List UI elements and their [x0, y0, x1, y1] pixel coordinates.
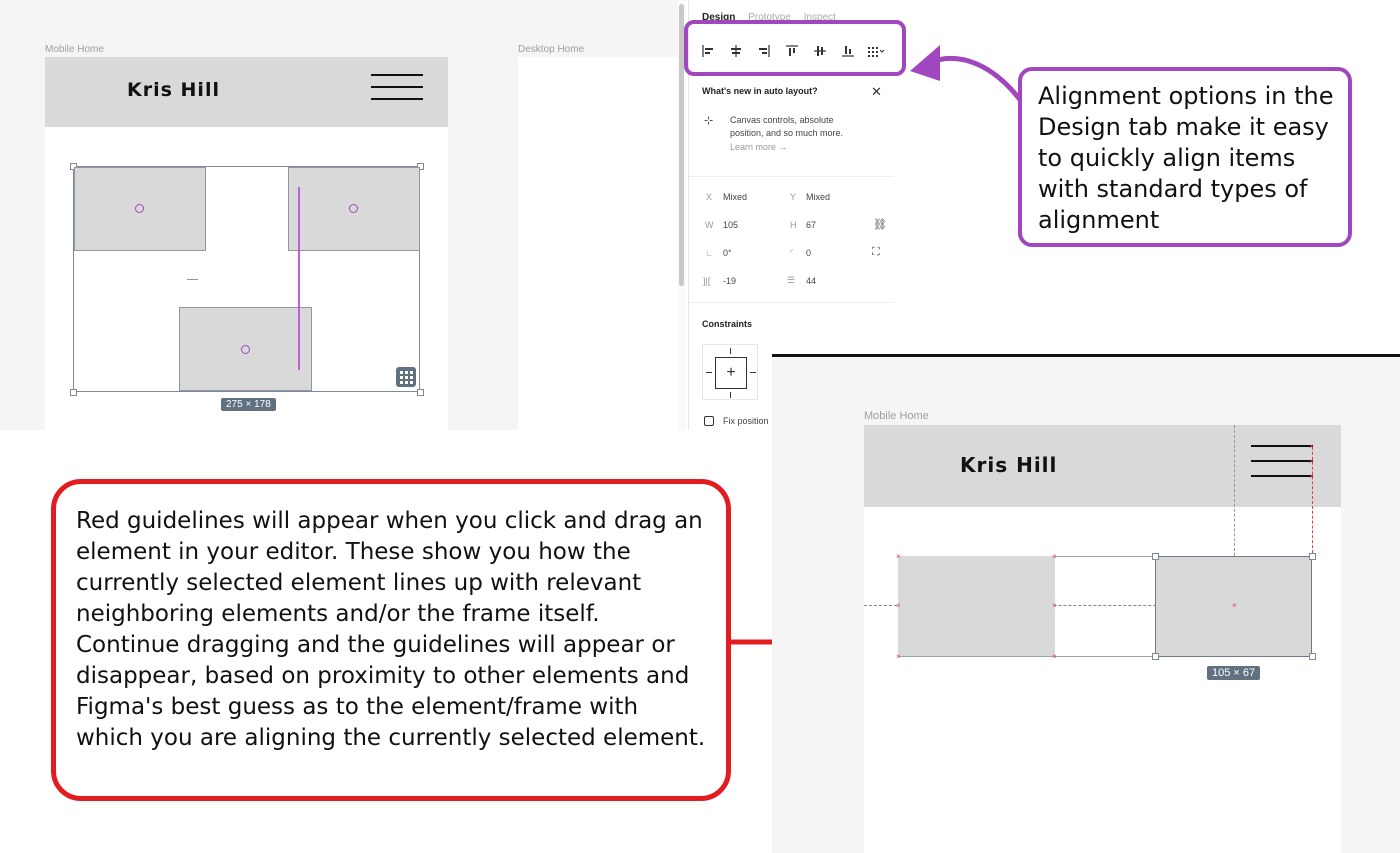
alignment-callout: Alignment options in the Design tab make…: [1018, 67, 1352, 247]
learn-more-link[interactable]: Learn more →: [730, 142, 788, 152]
auto-layout-desc-2: position, and so much more.: [730, 128, 844, 138]
resize-handle-br[interactable]: [417, 389, 424, 396]
spacing-guide-line: [298, 187, 300, 370]
alignment-toolbar-highlight: [684, 20, 906, 76]
purple-arrow-icon: [910, 45, 1027, 107]
x-label: X: [706, 192, 713, 202]
frame-label-mobile[interactable]: Mobile Home: [45, 44, 104, 55]
hamburger-menu-icon[interactable]: [1251, 445, 1313, 479]
constraint-top-icon[interactable]: [730, 348, 731, 354]
horizontal-spacing-icon: ]|[: [703, 276, 711, 286]
constraints-widget[interactable]: +: [702, 344, 758, 400]
constraint-bottom-icon[interactable]: [730, 392, 731, 398]
w-field[interactable]: 105: [723, 220, 738, 230]
logo: Kris Hill: [127, 79, 220, 101]
constraints-title: Constraints: [702, 319, 753, 329]
vertical-spacing-field[interactable]: 44: [806, 276, 816, 286]
corner-radius-field[interactable]: 0: [806, 248, 811, 258]
rectangle-left[interactable]: [898, 556, 1055, 656]
spacing-guide-dash: [187, 279, 198, 280]
desktop-frame[interactable]: [518, 57, 678, 430]
vertical-spacing-icon: ☰: [787, 275, 796, 285]
constraint-left-icon[interactable]: [706, 372, 712, 373]
selection-size-badge: 275 × 178: [221, 398, 276, 411]
constraint-center-icon[interactable]: +: [715, 357, 747, 389]
resize-handle-bl[interactable]: [70, 389, 77, 396]
frame-label-mobile-bottom[interactable]: Mobile Home: [864, 410, 929, 422]
center-point-icon: [135, 204, 144, 213]
hamburger-menu-icon[interactable]: [371, 74, 423, 102]
canvas-top[interactable]: Mobile Home Desktop Home Kris Hill 275 ×…: [0, 0, 678, 430]
center-point-icon: [241, 345, 250, 354]
fix-position-label: Fix position: [723, 416, 769, 426]
y-label: Y: [790, 192, 797, 202]
rotation-icon: ∟: [705, 248, 714, 258]
y-field[interactable]: Mixed: [806, 192, 830, 202]
panel-divider: [689, 176, 894, 177]
constraint-right-icon[interactable]: [750, 372, 756, 373]
panel-divider: [689, 302, 894, 303]
snap-marker-icon: ×: [896, 652, 901, 661]
frame-label-desktop[interactable]: Desktop Home: [518, 44, 584, 55]
resize-handle-br[interactable]: [1309, 653, 1316, 660]
resize-handle-tl[interactable]: [1152, 553, 1159, 560]
center-point-icon: [349, 204, 358, 213]
selection-size-badge-bottom: 105 × 67: [1207, 666, 1261, 680]
independent-corners-icon[interactable]: ⛶: [872, 246, 880, 259]
tidy-up-grid-icon[interactable]: [396, 367, 416, 387]
h-field[interactable]: 67: [806, 220, 816, 230]
fix-position-checkbox[interactable]: [704, 416, 714, 426]
auto-layout-feature-icon: ⊹: [704, 115, 714, 127]
logo-bottom: Kris Hill: [960, 453, 1058, 477]
rotation-field[interactable]: 0°: [723, 248, 732, 258]
mobile-header[interactable]: Kris Hill: [45, 57, 448, 127]
snap-marker-icon: ×: [1232, 601, 1237, 610]
constrain-proportions-icon[interactable]: ⛓: [873, 218, 887, 231]
snap-marker-icon: ×: [896, 552, 901, 561]
snap-marker-icon: ×: [896, 601, 901, 610]
snap-marker-icon: ×: [1052, 552, 1057, 561]
resize-handle-tr[interactable]: [1309, 553, 1316, 560]
vertical-guideline: [1234, 425, 1235, 556]
x-field[interactable]: Mixed: [723, 192, 747, 202]
auto-layout-desc-1: Canvas controls, absolute: [730, 115, 834, 125]
close-icon[interactable]: ✕: [871, 84, 882, 100]
resize-handle-bl[interactable]: [1152, 653, 1159, 660]
h-label: H: [790, 220, 797, 230]
snap-marker-icon: ×: [1052, 652, 1057, 661]
auto-layout-title: What's new in auto layout?: [702, 86, 818, 96]
horizontal-spacing-field[interactable]: -19: [723, 276, 736, 286]
corner-radius-icon: ◜: [790, 247, 794, 257]
guidelines-callout: Red guidelines will appear when you clic…: [51, 479, 731, 801]
w-label: W: [705, 220, 714, 230]
mobile-header-bottom[interactable]: Kris Hill: [864, 425, 1341, 507]
right-edge-guideline: [1312, 447, 1313, 553]
snap-marker-icon: ×: [1052, 601, 1057, 610]
bottom-guideline: [898, 656, 1156, 657]
